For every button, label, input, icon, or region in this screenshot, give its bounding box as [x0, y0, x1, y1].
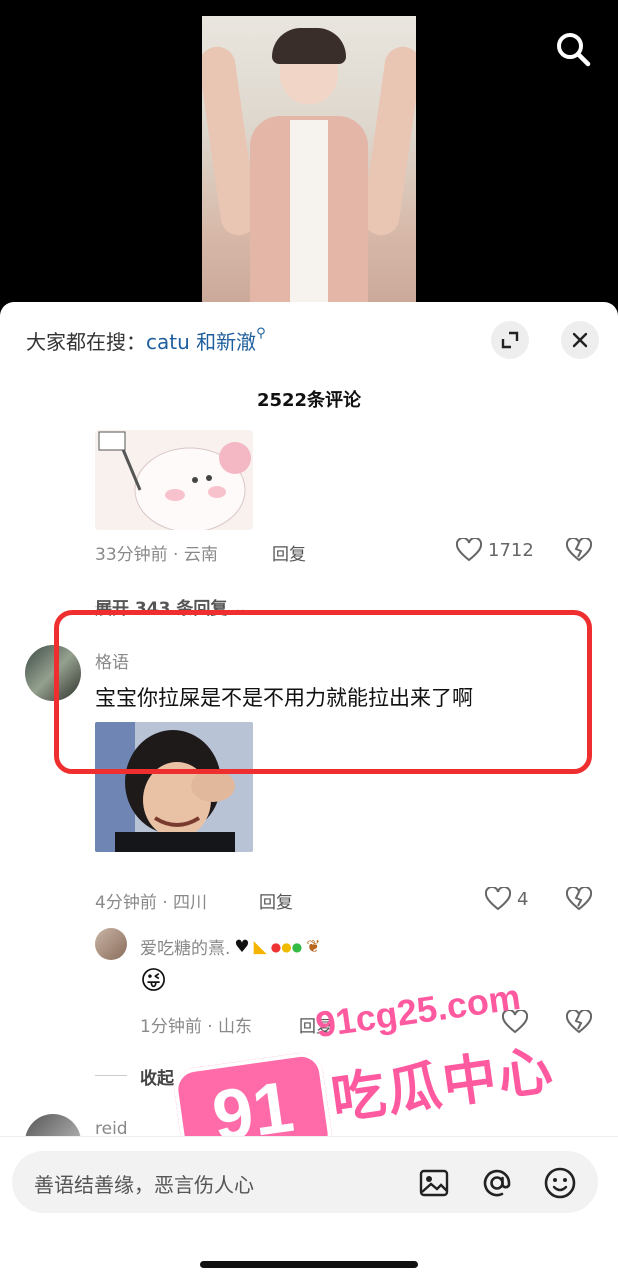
- divider: [95, 1075, 127, 1076]
- search-suggestion-prefix: 大家都在搜：: [26, 330, 146, 354]
- search-suggestion-keyword[interactable]: catu 和新澈: [146, 330, 256, 354]
- comment-meta: 4分钟前 · 四川: [95, 893, 208, 913]
- reply-username-text: 爱吃糖的熹.: [140, 939, 231, 959]
- like-count: 4: [517, 888, 529, 910]
- like-count: 1712: [488, 539, 534, 561]
- close-icon: [572, 332, 588, 348]
- leaf-icon: ❦: [306, 936, 321, 957]
- expand-icon: [501, 331, 519, 349]
- dislike-broken-heart-icon[interactable]: [566, 887, 592, 911]
- search-small-icon: ⚲: [256, 326, 266, 341]
- search-icon[interactable]: [552, 28, 596, 72]
- dislike-broken-heart-icon[interactable]: [566, 1010, 592, 1034]
- black-heart-icon: ♥: [234, 936, 250, 957]
- comment-input[interactable]: 善语结善缘，恶言伤人心: [12, 1151, 598, 1213]
- video-player[interactable]: [0, 0, 618, 310]
- heart-icon: [485, 887, 511, 911]
- expand-sheet-button[interactable]: [491, 321, 529, 359]
- heart-icon: [456, 538, 482, 562]
- reply-button[interactable]: 回复: [272, 540, 306, 565]
- like-button[interactable]: 1712: [456, 538, 534, 562]
- avatar[interactable]: [95, 928, 127, 960]
- traffic-light-icon: ●●●: [270, 939, 303, 954]
- video-frame: [202, 16, 416, 308]
- video-figure-arm: [360, 44, 416, 238]
- reply-username[interactable]: 爱吃糖的熹. ♥ ◣ ●●● ❦: [140, 934, 321, 960]
- comment-count: 2522条评论: [256, 390, 362, 411]
- cartoon-sticker: [95, 430, 253, 530]
- reply-meta: 1分钟前 · 山东: [140, 1017, 253, 1037]
- dislike-broken-heart-icon[interactable]: [566, 538, 592, 562]
- image-icon[interactable]: [414, 1163, 454, 1203]
- comment-input-placeholder: 善语结善缘，恶言伤人心: [34, 1173, 254, 1197]
- comment-sticker-image[interactable]: [95, 430, 253, 530]
- video-figure-hair: [272, 28, 346, 64]
- close-button[interactable]: [561, 321, 599, 359]
- video-figure-shirt: [290, 120, 328, 308]
- emoji-icon[interactable]: [540, 1163, 580, 1203]
- highlight-annotation-box: [54, 610, 592, 774]
- search-suggestion[interactable]: 大家都在搜：catu 和新澈⚲: [26, 326, 266, 355]
- comment-input-bar: 善语结善缘，恶言伤人心: [0, 1136, 618, 1281]
- cheese-icon: ◣: [253, 936, 267, 957]
- mention-icon[interactable]: [477, 1163, 517, 1203]
- reply-emoji: 😜: [140, 966, 168, 996]
- home-indicator[interactable]: [200, 1261, 418, 1268]
- like-button[interactable]: 4: [485, 887, 528, 911]
- collapse-label: 收起: [140, 1069, 174, 1089]
- comment-meta: 33分钟前 · 云南: [95, 545, 218, 565]
- reply-button[interactable]: 回复: [259, 888, 293, 913]
